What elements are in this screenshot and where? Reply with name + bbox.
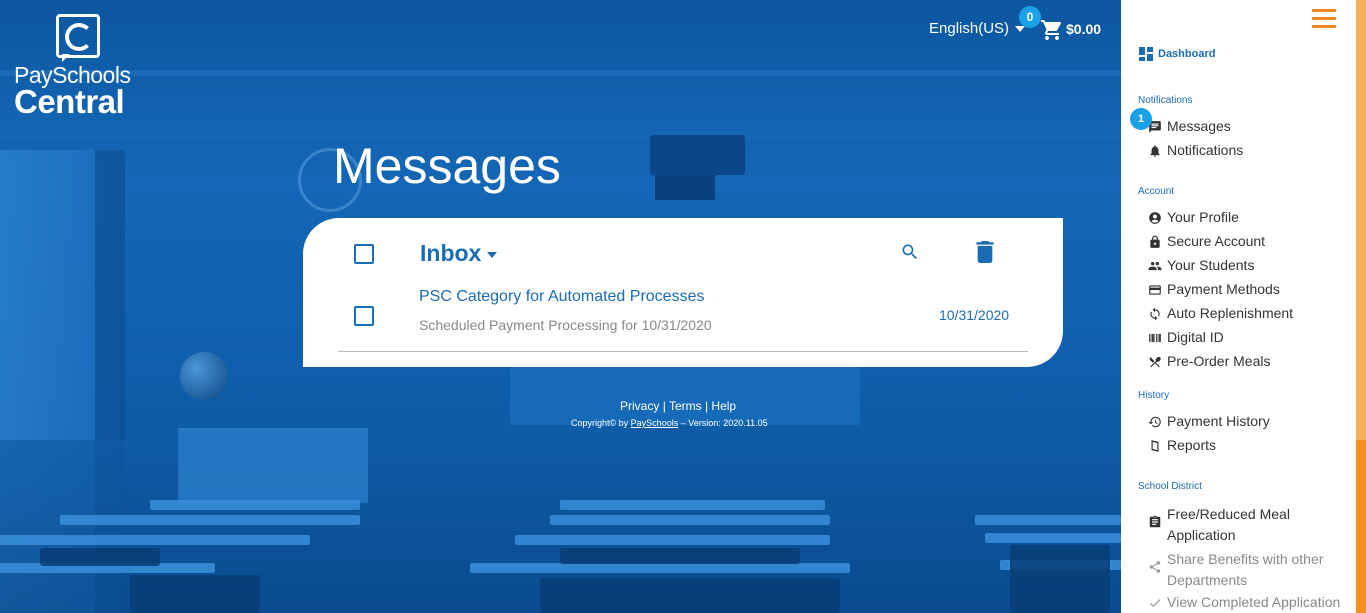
sidebar-item-reports[interactable]: Reports: [1148, 437, 1216, 453]
message-checkbox[interactable]: [354, 306, 374, 326]
bell-icon: [1150, 145, 1160, 157]
version-text: – Version: 2020.11.05: [680, 418, 768, 428]
sidebar-item-label: Your Profile: [1167, 209, 1239, 225]
logo-text-bottom: Central: [14, 83, 125, 120]
sidebar-item-label: Payment Methods: [1167, 281, 1280, 297]
sidebar-item-secure-account[interactable]: Secure Account: [1148, 233, 1265, 249]
language-selector[interactable]: English(US): [929, 20, 1026, 37]
inbox-folder-dropdown[interactable]: Inbox: [420, 240, 498, 267]
scrollbar-thumb[interactable]: [1356, 0, 1366, 440]
privacy-link[interactable]: Privacy: [620, 399, 659, 413]
sidebar-item-label: Reports: [1167, 437, 1217, 453]
chevron-down-icon: [1015, 26, 1026, 33]
sidebar-item-payment-history[interactable]: Payment History: [1148, 413, 1270, 429]
messages-panel: Inbox PSC Category for Automated Process…: [303, 218, 1063, 367]
footer-separator: |: [704, 399, 709, 413]
sidebar-item-your-students[interactable]: Your Students: [1148, 257, 1254, 273]
section-school-district: School District: [1138, 481, 1202, 492]
sidebar-item-label: View Completed Application: [1167, 594, 1341, 610]
sidebar-item-notifications[interactable]: Notifications: [1148, 142, 1243, 158]
payschools-link[interactable]: PaySchools: [631, 418, 679, 428]
credit-card-icon: [1149, 285, 1161, 295]
sidebar-item-label-line2: Application: [1167, 527, 1236, 543]
payschools-logo[interactable]: PaySchools Central: [14, 14, 144, 120]
group-icon: [1148, 261, 1162, 271]
sidebar-item-label: Notifications: [1167, 142, 1244, 158]
chevron-down-icon: [487, 251, 498, 258]
message-date: 10/31/2020: [939, 307, 1010, 323]
utensils-icon: [1149, 356, 1161, 368]
sidebar-item-label-line1: Free/Reduced Meal: [1167, 506, 1290, 522]
dashboard-icon: [1139, 47, 1153, 61]
sidebar-item-your-profile[interactable]: Your Profile: [1148, 209, 1239, 225]
sidebar-item-label: Pre-Order Meals: [1167, 353, 1271, 369]
book-icon: [1151, 440, 1159, 452]
sidebar-item-label: Auto Replenishment: [1167, 305, 1294, 321]
sidebar-item-label: Secure Account: [1167, 233, 1266, 249]
sidebar-item-share-benefits[interactable]: Share Benefits with other Departments: [1148, 549, 1323, 591]
footer-links: Privacy | Terms | Help: [620, 399, 736, 413]
select-all-checkbox[interactable]: [354, 244, 374, 264]
help-link[interactable]: Help: [711, 399, 736, 413]
sidebar-item-label-line2: Departments: [1167, 572, 1248, 588]
page-title: Messages: [333, 138, 561, 194]
sidebar-item-label: Payment History: [1167, 413, 1270, 429]
checkmark-icon: [1149, 599, 1161, 608]
sidebar-item-payment-methods[interactable]: Payment Methods: [1148, 281, 1280, 297]
clipboard-icon: [1149, 515, 1161, 528]
sidebar-item-label: Free/Reduced Meal Application: [1167, 504, 1290, 546]
message-preview: Scheduled Payment Processing for 10/31/2…: [419, 317, 712, 333]
section-notifications: Notifications: [1138, 95, 1193, 106]
sidebar-item-auto-replenishment[interactable]: Auto Replenishment: [1148, 305, 1293, 321]
footer-separator: |: [662, 399, 666, 413]
terms-link[interactable]: Terms: [669, 399, 702, 413]
user-circle-icon: [1149, 212, 1161, 224]
sidebar-item-free-reduced-meal[interactable]: Free/Reduced Meal Application: [1148, 504, 1290, 546]
trash-icon[interactable]: [976, 241, 994, 263]
divider: [338, 351, 1028, 352]
sidebar-item-label-line1: Share Benefits with other: [1167, 551, 1324, 567]
hamburger-menu-icon[interactable]: [1312, 9, 1336, 29]
sidebar-item-label: Dashboard: [1158, 47, 1216, 60]
sidebar-item-pre-order-meals[interactable]: Pre-Order Meals: [1148, 353, 1270, 369]
inbox-label: Inbox: [420, 240, 482, 266]
message-subject[interactable]: PSC Category for Automated Processes: [419, 288, 704, 306]
lock-icon: [1150, 235, 1160, 248]
barcode-id-icon: [1149, 333, 1161, 343]
search-icon[interactable]: [900, 242, 920, 262]
language-label: English(US): [929, 20, 1010, 37]
cart-icon[interactable]: [1040, 18, 1064, 42]
sidebar-item-label: Your Students: [1167, 257, 1255, 273]
share-icon: [1149, 561, 1161, 573]
section-history: History: [1138, 390, 1170, 401]
sidebar-item-label: Messages: [1167, 118, 1231, 134]
sidebar-item-label: Digital ID: [1167, 329, 1224, 345]
logo-mark-icon: [56, 14, 100, 62]
sidebar-item-label: Share Benefits with other Departments: [1167, 549, 1323, 591]
messages-count-badge: 1: [1130, 108, 1152, 130]
sidebar-item-view-completed-application[interactable]: View Completed Application: [1148, 594, 1340, 610]
refresh-icon: [1150, 307, 1160, 321]
cart-count-badge: 0: [1019, 6, 1041, 28]
sidebar-item-messages[interactable]: Messages: [1148, 118, 1231, 134]
cart-total[interactable]: $0.00: [1066, 21, 1101, 37]
copyright-prefix: Copyright© by: [571, 418, 629, 428]
history-icon: [1148, 416, 1161, 428]
section-account: Account: [1138, 186, 1175, 197]
sidebar-item-digital-id[interactable]: Digital ID: [1148, 329, 1224, 345]
sidebar-item-dashboard[interactable]: Dashboard: [1139, 47, 1215, 61]
copyright: Copyright© by PaySchools – Version: 2020…: [571, 418, 768, 428]
